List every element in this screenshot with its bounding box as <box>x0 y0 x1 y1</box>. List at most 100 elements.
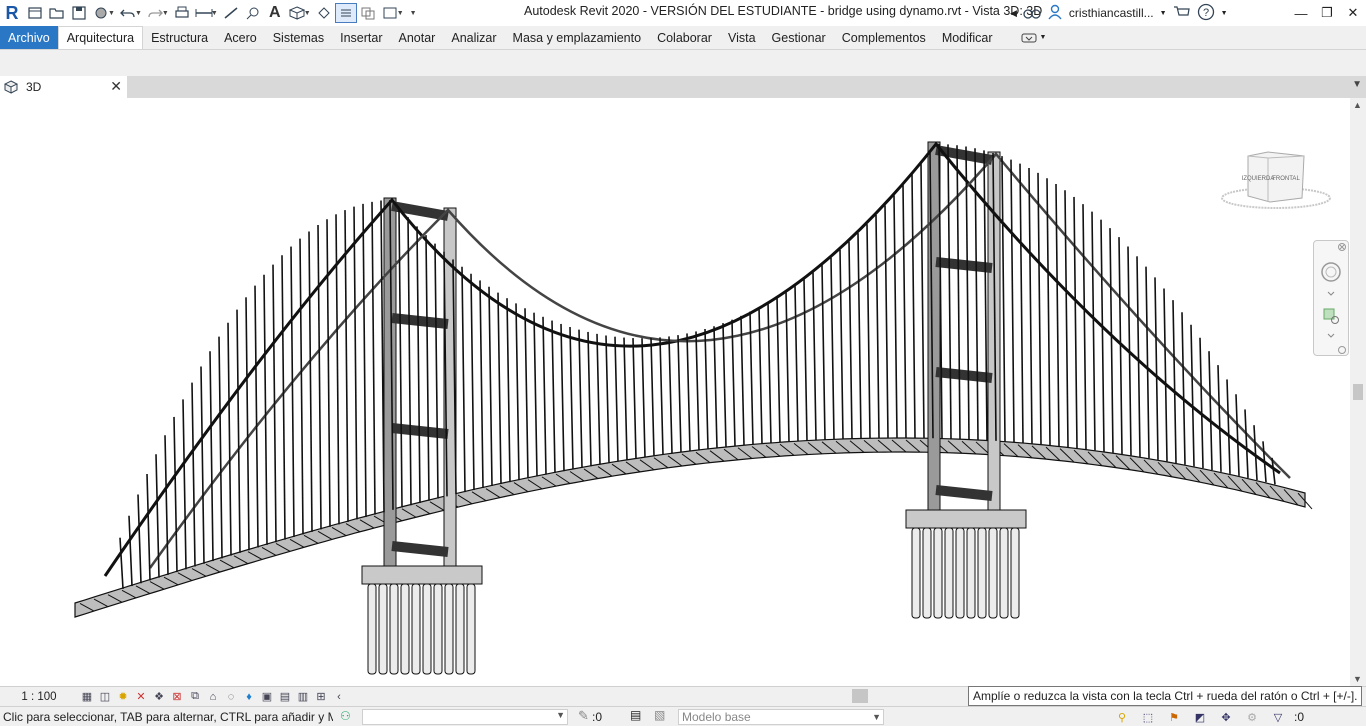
active-workset-select[interactable]: ▼ <box>362 709 568 725</box>
tab-vista[interactable]: Vista <box>720 26 764 49</box>
home-icon[interactable] <box>24 3 46 23</box>
workset-dropdown-icon[interactable]: ▼ <box>556 710 565 720</box>
main-cable-front <box>103 141 1281 577</box>
3d-view-dropdown-icon[interactable]: ▼ <box>304 10 311 17</box>
select-by-face-icon[interactable]: ◩ <box>1190 709 1210 725</box>
unlocked-3d-view-icon[interactable]: ⌂ <box>204 689 222 705</box>
analytical-model-icon[interactable]: ⊞ <box>312 689 330 705</box>
reveal-hidden-icon[interactable]: ♦ <box>240 689 258 705</box>
open-icon[interactable] <box>46 3 68 23</box>
revit-logo-icon[interactable]: R <box>0 1 24 25</box>
close-hidden-icon[interactable] <box>357 3 379 23</box>
select-pinned-icon[interactable]: ⚑ <box>1164 709 1184 725</box>
tag-icon[interactable] <box>242 3 264 23</box>
temporary-hide-icon[interactable]: ◌ <box>222 689 240 705</box>
filter-icon[interactable]: ▽ <box>1268 709 1288 725</box>
steering-wheel-icon[interactable] <box>1321 262 1341 282</box>
tabs-menu-icon[interactable]: ▼ <box>1352 79 1362 90</box>
vertical-scroll-thumb[interactable] <box>1353 384 1363 400</box>
viewcube-left-face[interactable]: IZQUIERDA <box>1242 176 1275 182</box>
viewcube[interactable]: IZQUIERDA FRONTAL <box>1220 150 1332 212</box>
crop-view-icon[interactable]: ⊠ <box>168 689 186 705</box>
background-processes-icon[interactable]: ⚙ <box>1242 709 1262 725</box>
zoom-dropdown-icon[interactable] <box>1327 333 1335 338</box>
ribbon-display-options[interactable]: ▼ <box>1001 26 1047 49</box>
switch-windows-dropdown-icon[interactable]: ▼ <box>397 10 404 17</box>
worksets-icon[interactable]: ⚇ <box>340 709 351 723</box>
visual-style-icon[interactable]: ◫ <box>96 689 114 705</box>
bridge-model[interactable] <box>0 98 1350 686</box>
tab-anotar[interactable]: Anotar <box>391 26 444 49</box>
sync-dropdown-icon[interactable]: ▼ <box>108 10 115 17</box>
minimize-icon[interactable]: — <box>1288 0 1314 26</box>
scroll-down-icon[interactable]: ▼ <box>1353 674 1362 684</box>
3d-viewport[interactable] <box>0 98 1350 686</box>
undo-dropdown-icon[interactable]: ▼ <box>135 10 142 17</box>
close-view-tab-icon[interactable]: ✕ <box>110 78 122 95</box>
collapse-bar-icon[interactable]: ‹ <box>330 689 348 705</box>
section-icon[interactable] <box>313 3 335 23</box>
user-dropdown-icon[interactable]: ▼ <box>1160 10 1167 17</box>
user-icon[interactable] <box>1047 4 1063 23</box>
tab-modificar[interactable]: Modificar <box>934 26 1001 49</box>
tab-masa-emplazamiento[interactable]: Masa y emplazamiento <box>505 26 650 49</box>
tab-insertar[interactable]: Insertar <box>332 26 390 49</box>
save-icon[interactable] <box>68 3 90 23</box>
tab-colaborar[interactable]: Colaborar <box>649 26 720 49</box>
drag-elements-icon[interactable]: ✥ <box>1216 709 1236 725</box>
navbar-options-icon[interactable] <box>1338 346 1346 354</box>
steering-dropdown-icon[interactable] <box>1327 291 1335 296</box>
print-icon[interactable] <box>171 3 193 23</box>
selection-toggles: ⚲ ⬚ ⚑ ◩ ✥ ⚙ ▽ :0 <box>1112 709 1304 725</box>
horizontal-scroll-thumb[interactable] <box>852 689 868 703</box>
ribbon-minimize-icon[interactable] <box>1021 33 1037 43</box>
restore-icon[interactable]: ❐ <box>1314 0 1340 26</box>
bridge-deck <box>74 437 1306 618</box>
select-underlay-icon[interactable]: ⬚ <box>1138 709 1158 725</box>
measure-dropdown-icon[interactable]: ▼ <box>211 10 218 17</box>
tab-archivo[interactable]: Archivo <box>0 26 58 49</box>
shadows-icon[interactable]: ✕ <box>132 689 150 705</box>
editing-options-icon[interactable]: ▧ <box>654 708 665 722</box>
view-tab-3d[interactable]: 3D ✕ <box>0 76 127 98</box>
tab-arquitectura[interactable]: Arquitectura <box>57 26 144 49</box>
tab-analizar[interactable]: Analizar <box>443 26 504 49</box>
help-icon[interactable]: ? <box>1197 3 1215 24</box>
text-icon[interactable]: A <box>264 3 286 23</box>
help-dropdown-icon[interactable]: ▼ <box>1221 10 1228 17</box>
sun-path-icon[interactable]: ✹ <box>114 689 132 705</box>
dimension-icon[interactable] <box>220 3 242 23</box>
navbar-close-icon[interactable] <box>1338 243 1346 251</box>
worksharing-display-icon[interactable]: ▤ <box>276 689 294 705</box>
customize-qa-icon[interactable]: ▼ <box>410 10 417 17</box>
zoom-region-icon[interactable] <box>1323 308 1339 324</box>
vertical-scrollbar[interactable]: ▲ ▼ <box>1350 98 1366 686</box>
viewcube-front-face[interactable]: FRONTAL <box>1272 176 1300 182</box>
rendering-icon[interactable]: ❖ <box>150 689 168 705</box>
scroll-left-icon[interactable]: ◀ <box>1010 8 1017 19</box>
show-crop-region-icon[interactable]: ⧉ <box>186 689 204 705</box>
username-label[interactable]: cristhiancastill... <box>1069 6 1154 20</box>
ribbon-options-dropdown-icon[interactable]: ▼ <box>1040 34 1047 41</box>
design-options-icon[interactable]: ▤ <box>630 708 641 722</box>
view-scale[interactable]: 1 : 100 <box>0 691 78 703</box>
scroll-up-icon[interactable]: ▲ <box>1353 100 1362 110</box>
editing-requests-icon[interactable]: ✎ <box>578 708 589 724</box>
tab-acero[interactable]: Acero <box>216 26 265 49</box>
select-links-icon[interactable]: ⚲ <box>1112 709 1132 725</box>
reveal-constraints-icon[interactable]: ▥ <box>294 689 312 705</box>
navigation-bar <box>1313 240 1349 356</box>
thin-lines-icon[interactable] <box>334 3 357 23</box>
tab-estructura[interactable]: Estructura <box>143 26 216 49</box>
temporary-properties-icon[interactable]: ▣ <box>258 689 276 705</box>
binoculars-icon[interactable] <box>1023 5 1041 22</box>
design-option-select[interactable]: Modelo base ▼ <box>678 709 884 725</box>
tab-gestionar[interactable]: Gestionar <box>764 26 834 49</box>
redo-dropdown-icon[interactable]: ▼ <box>162 10 169 17</box>
close-icon[interactable]: ✕ <box>1340 0 1366 26</box>
tab-complementos[interactable]: Complementos <box>834 26 934 49</box>
cart-icon[interactable] <box>1173 5 1191 22</box>
design-option-dropdown-icon[interactable]: ▼ <box>872 710 881 724</box>
tab-sistemas[interactable]: Sistemas <box>265 26 332 49</box>
detail-level-icon[interactable]: ▦ <box>78 689 96 705</box>
